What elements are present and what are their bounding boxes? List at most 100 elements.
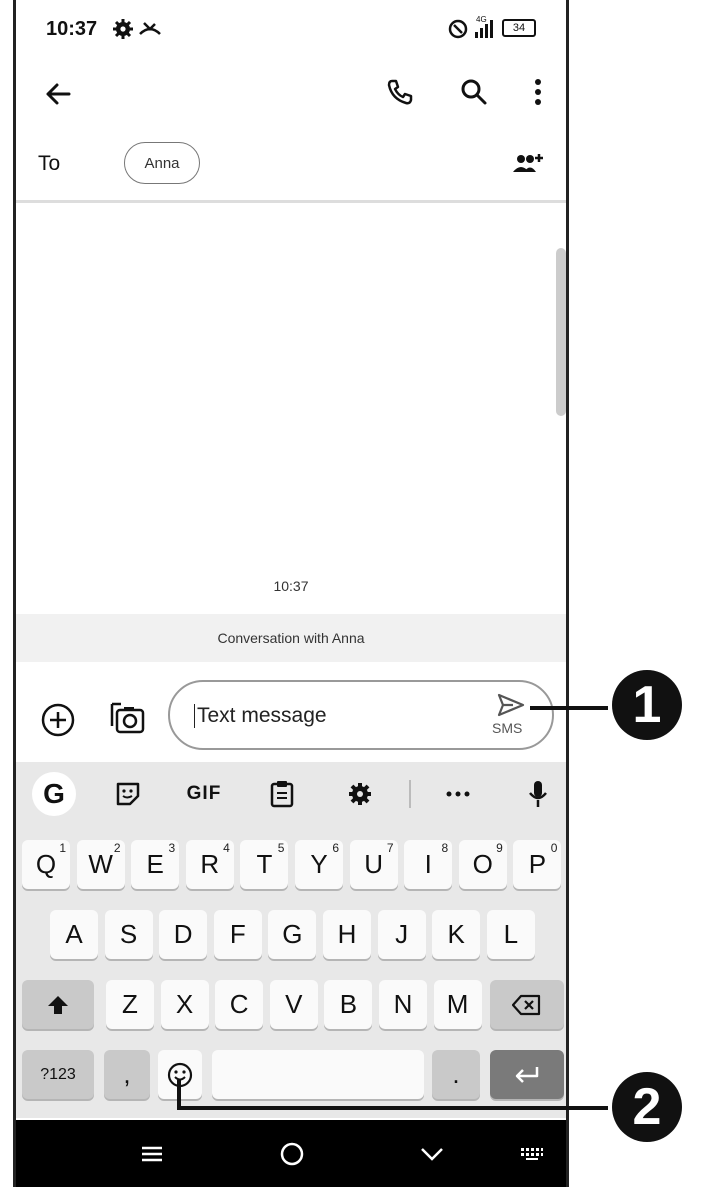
key-label: X [175,989,194,1019]
key-label: S [119,919,138,949]
home-circle-icon [280,1142,304,1166]
scrollbar[interactable] [556,248,566,416]
back-button[interactable] [36,72,80,116]
key-label: Z [122,989,138,1019]
key-b[interactable]: B [324,980,373,1029]
phone-icon [387,79,413,105]
keyboard-switch-button[interactable] [510,1138,554,1170]
key-label: Q [35,849,57,879]
key-j[interactable]: J [377,910,426,959]
key-t[interactable]: T5 [240,840,289,889]
key-g[interactable]: G [268,910,317,959]
key-n[interactable]: N [379,980,427,1029]
more-horiz-icon [446,791,470,797]
to-label: To [38,152,61,175]
enter-icon [515,1066,539,1083]
key-label: B [339,989,358,1019]
key-label: I [424,849,432,879]
status-time: 10:37 [46,18,98,40]
key-label: J [395,919,409,949]
key-label: F [229,919,246,949]
key-r[interactable]: R4 [185,840,234,889]
space-key[interactable] [212,1050,424,1099]
key-c[interactable]: C [215,980,264,1029]
settings-status-icon [113,19,133,39]
key-v[interactable]: V [269,980,318,1029]
mic-icon [529,781,547,807]
google-button[interactable]: G [32,772,76,816]
add-recipient-button[interactable] [508,144,548,184]
key-i[interactable]: I8 [404,840,453,889]
message-input[interactable]: Text message SMS [168,680,554,750]
recents-nav-button[interactable] [130,1136,174,1172]
symbols-key[interactable]: ?123 [22,1050,94,1099]
key-a[interactable]: A [50,910,98,959]
key-m[interactable]: M [433,980,482,1029]
comma-key[interactable]: , [104,1050,150,1099]
search-button[interactable] [452,70,496,114]
google-icon: G [43,778,65,809]
period-key[interactable]: . [432,1050,480,1099]
key-u[interactable]: U7 [349,840,398,889]
key-k[interactable]: K [432,910,481,959]
key-s[interactable]: S [104,910,153,959]
key-q[interactable]: Q1 [22,840,70,889]
key-label: V [285,989,303,1019]
send-sms-label[interactable]: SMS [492,720,522,736]
toolbar-divider [409,780,411,808]
clipboard-icon [270,781,294,808]
key-label: A [65,919,83,949]
more-vert-icon [535,79,541,105]
more-options-button[interactable] [518,70,558,114]
keyboard-icon [521,1148,543,1160]
home-nav-button[interactable] [270,1134,314,1174]
key-label: T [256,849,273,879]
key-f[interactable]: F [213,910,262,959]
more-tools-button[interactable] [436,772,480,816]
gear-icon [349,783,371,805]
key-o[interactable]: O9 [458,840,507,889]
key-hint: 4 [223,841,230,855]
key-label: U [364,849,383,879]
enter-key[interactable] [490,1050,564,1099]
key-hint: 1 [59,841,66,855]
key-label: E [146,849,164,879]
phone-screen: 10:37 4 G 34 To Anna 10:37 Conversation w… [13,0,569,1187]
shift-key[interactable] [22,980,94,1029]
key-label: O [472,849,493,879]
keyboard-settings-button[interactable] [338,772,382,816]
callout-2: 2 [612,1072,682,1142]
attach-button[interactable] [36,698,80,742]
key-label: C [229,989,249,1019]
hide-keyboard-button[interactable] [410,1134,454,1174]
add-circle-icon [41,703,75,737]
camera-button[interactable] [102,696,152,740]
key-y[interactable]: Y6 [295,840,343,889]
key-label: W [88,849,113,879]
key-h[interactable]: H [323,910,371,959]
key-label: G [282,919,303,949]
callout-1: 1 [612,670,682,740]
sticker-button[interactable] [106,772,150,816]
nfc-icon [448,19,468,39]
battery-icon: 34 [502,19,536,37]
status-bar: 10:37 4G 34 [16,0,566,60]
send-icon[interactable] [496,692,526,718]
key-p[interactable]: P0 [513,840,562,889]
key-w[interactable]: W2 [76,840,125,889]
shift-arrow-icon [48,995,68,1014]
call-button[interactable] [378,70,422,114]
key-z[interactable]: Z [106,980,154,1029]
key-d[interactable]: D [159,910,208,959]
recipient-chip[interactable]: Anna [124,142,200,184]
key-e[interactable]: E3 [131,840,180,889]
key-l[interactable]: L [486,910,535,959]
backspace-key[interactable] [490,980,564,1029]
callout-2-line [178,1106,608,1110]
voice-input-button[interactable] [516,772,560,816]
key-x[interactable]: X [160,980,209,1029]
key-hint: 0 [550,841,558,855]
clipboard-button[interactable] [260,772,304,816]
callout-1-line [530,706,608,710]
gif-button[interactable]: GIF [176,772,232,816]
